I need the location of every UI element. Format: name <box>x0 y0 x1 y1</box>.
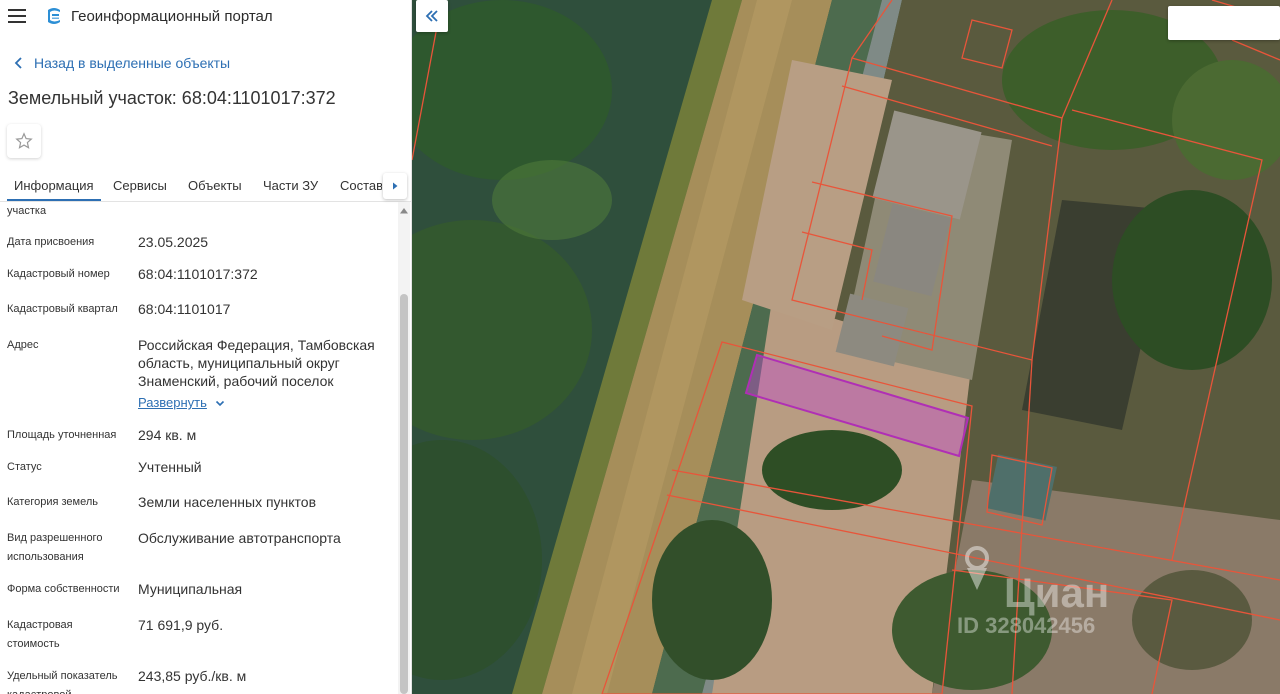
prop-label: Кадастровый номер <box>7 268 110 280</box>
prop-label: Удельный показатель кадастровой <box>7 670 118 694</box>
prop-value: Земли населенных пунктов <box>138 494 317 510</box>
prop-value: Муниципальная <box>138 581 243 597</box>
prop-label: Площадь уточненная <box>7 429 117 441</box>
properties-list: участка Дата присвоения 23.05.2025 Кадас… <box>0 202 398 694</box>
collapse-panel-button[interactable] <box>416 0 448 32</box>
prop-value: 23.05.2025 <box>138 234 209 250</box>
prop-label: Дата присвоения <box>7 236 95 248</box>
menu-icon[interactable] <box>8 9 26 23</box>
tab-objects[interactable]: Объекты <box>188 170 242 201</box>
back-to-selected-link[interactable]: Назад в выделенные объекты <box>10 54 230 72</box>
prop-label-partial: участка <box>7 205 47 217</box>
favorite-button[interactable] <box>7 124 41 158</box>
prop-value: Обслуживание автотранспорта <box>138 530 341 546</box>
prop-label: Категория земель <box>7 496 98 508</box>
sidebar-panel: Геоинформационный портал Назад в выделен… <box>0 0 412 694</box>
caret-right-icon <box>393 182 398 190</box>
prop-value: 294 кв. м <box>138 427 197 443</box>
chevron-left-icon <box>14 57 22 69</box>
app-title: Геоинформационный портал <box>71 8 273 25</box>
prop-value: Учтенный <box>138 459 202 475</box>
prop-label: Статус <box>7 461 42 473</box>
prop-value: 68:04:1101017:372 <box>138 266 258 282</box>
tab-bar: Информация Сервисы Объекты Части ЗУ Сост… <box>0 170 411 202</box>
prop-value: 68:04:1101017 <box>138 301 231 317</box>
prop-label: Кадастровая стоимость <box>7 619 73 650</box>
prop-label: Вид разрешенного использования <box>7 532 103 563</box>
double-chevron-left-icon <box>425 10 438 22</box>
prop-value: 243,85 руб./кв. м <box>138 668 247 684</box>
watermark-id: ID 328042456 <box>957 613 1095 638</box>
satellite-map[interactable]: Циан ID 328042456 <box>412 0 1280 694</box>
prop-value: Российская Федерация, Тамбовская область… <box>138 337 375 389</box>
tab-services[interactable]: Сервисы <box>113 170 167 201</box>
prop-label: Форма собственности <box>7 583 120 595</box>
prop-value: 71 691,9 руб. <box>138 617 224 633</box>
chevron-down-icon <box>215 400 224 406</box>
object-title: Земельный участок: 68:04:1101017:372 <box>8 88 336 108</box>
tabs-scroll-right-button[interactable] <box>383 173 407 199</box>
map-search-box[interactable] <box>1168 6 1280 40</box>
top-bar: Геоинформационный портал <box>0 0 411 34</box>
back-link-label: Назад в выделенные объекты <box>34 55 231 71</box>
tab-information[interactable]: Информация <box>7 170 101 201</box>
prop-label: Адрес <box>7 339 39 351</box>
properties-scrollbar[interactable] <box>398 202 410 694</box>
tab-parts[interactable]: Части ЗУ <box>263 170 318 201</box>
tab-composition[interactable]: Состав <box>340 170 382 201</box>
scroll-up-arrow-icon[interactable] <box>398 205 410 217</box>
map-view[interactable]: Циан ID 328042456 <box>412 0 1280 694</box>
prop-label: Кадастровый квартал <box>7 303 118 315</box>
portal-logo-icon <box>48 8 60 24</box>
watermark-brand: Циан <box>1004 569 1109 616</box>
expand-address-link[interactable]: Развернуть <box>138 395 227 410</box>
star-icon <box>15 132 33 149</box>
expand-label: Развернуть <box>138 395 207 410</box>
scrollbar-thumb[interactable] <box>400 294 408 694</box>
